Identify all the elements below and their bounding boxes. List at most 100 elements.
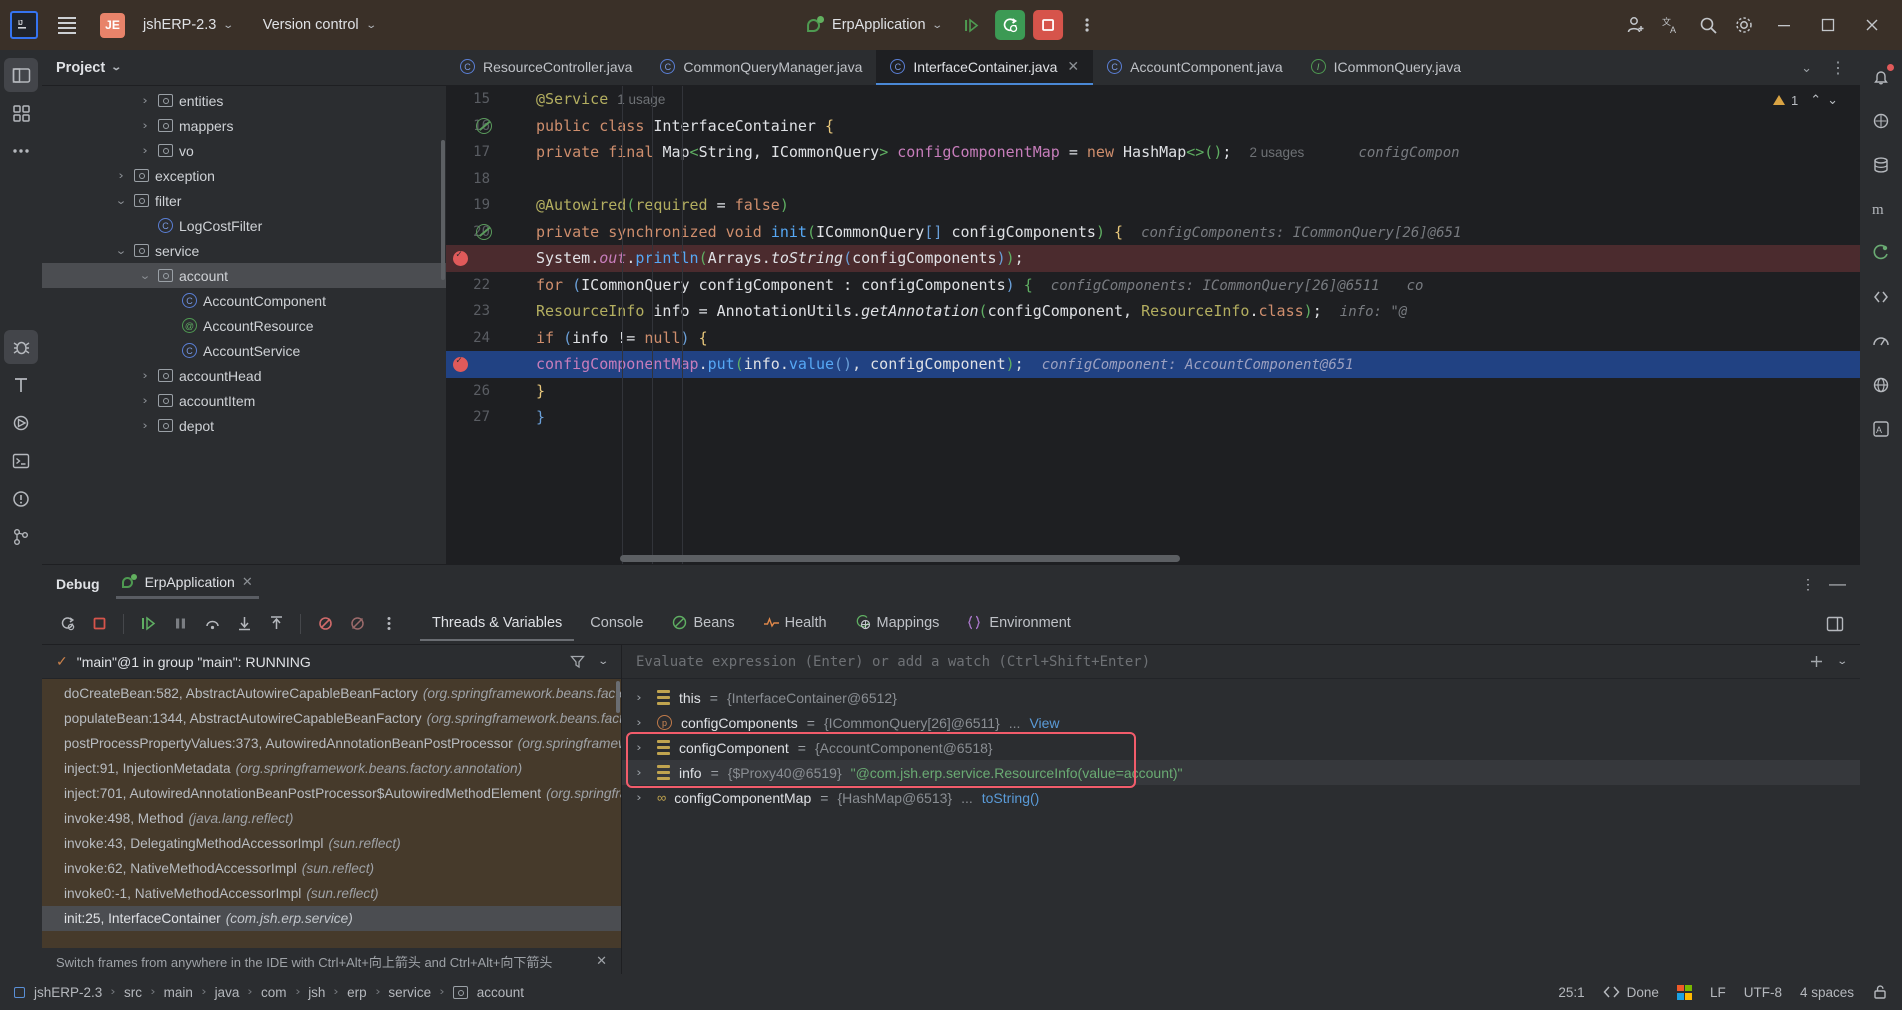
build-status[interactable]: Done bbox=[1603, 985, 1659, 1000]
call-stack-list[interactable]: doCreateBean:582, AbstractAutowireCapabl… bbox=[42, 679, 621, 948]
step-over-icon[interactable] bbox=[197, 609, 227, 639]
line-separator[interactable]: LF bbox=[1710, 985, 1726, 1000]
chevron-down-icon[interactable]: ⌄ bbox=[1836, 656, 1848, 667]
next-problem-icon[interactable]: ⌄ bbox=[1827, 92, 1838, 108]
debug-tab-threads-variables[interactable]: Threads & Variables bbox=[420, 607, 575, 641]
debug-button[interactable] bbox=[994, 10, 1025, 40]
problems-tool-icon[interactable] bbox=[4, 482, 38, 516]
todo-tool-icon[interactable] bbox=[4, 368, 38, 402]
stack-frame[interactable]: invoke0:-1, NativeMethodAccessorImpl (sun… bbox=[42, 881, 621, 906]
breadcrumb-item[interactable]: java bbox=[215, 985, 240, 1000]
debug-tab-health[interactable]: Health bbox=[751, 607, 839, 641]
tree-node-mappers[interactable]: › mappers bbox=[42, 113, 446, 138]
maven-icon[interactable]: m bbox=[1864, 192, 1898, 226]
step-into-icon[interactable] bbox=[229, 609, 259, 639]
profiler-icon[interactable] bbox=[1864, 324, 1898, 358]
more-vertical-icon[interactable] bbox=[374, 609, 404, 639]
debug-tab-beans[interactable]: Beans bbox=[660, 607, 747, 641]
breadcrumb[interactable]: jshERP-2.3 › src › main › java › com › jsh › erp › ser… bbox=[34, 985, 524, 1000]
view-breakpoints-icon[interactable] bbox=[342, 609, 372, 639]
breakpoint-icon[interactable] bbox=[453, 355, 468, 372]
gutter-line[interactable]: 27 bbox=[446, 404, 530, 431]
variable-row[interactable]: › info = {$Proxy40@6519} "@com.jsh.erp.servi… bbox=[622, 760, 1860, 785]
close-button[interactable] bbox=[1852, 8, 1892, 42]
services-tool-icon[interactable] bbox=[4, 406, 38, 440]
close-icon[interactable]: ✕ bbox=[242, 574, 253, 590]
stack-frame[interactable]: invoke:498, Method (java.lang.reflect) bbox=[42, 806, 621, 831]
breadcrumb-item[interactable]: jsh bbox=[308, 985, 325, 1000]
debug-tab-environment[interactable]: Environment bbox=[955, 607, 1082, 641]
variable-row[interactable]: › p configComponents = {ICommonQuery[26]@651… bbox=[622, 710, 1860, 735]
maximize-button[interactable] bbox=[1808, 8, 1848, 42]
code-editor[interactable]: 15 16 17 18 19 20 22 23 24 26 27 @Service 1 usage … bbox=[446, 86, 1860, 564]
breadcrumb-item[interactable]: src bbox=[124, 985, 142, 1000]
stack-frame[interactable]: inject:91, InjectionMetadata (org.springf… bbox=[42, 756, 621, 781]
terminal-tool-icon[interactable] bbox=[4, 444, 38, 478]
tree-node-accountitem[interactable]: › accountItem bbox=[42, 388, 446, 413]
encoding[interactable]: UTF-8 bbox=[1744, 985, 1782, 1000]
tree-node-entities[interactable]: › entities bbox=[42, 88, 446, 113]
gutter-line[interactable]: 15 bbox=[446, 86, 530, 113]
stop-button[interactable] bbox=[1032, 10, 1063, 40]
tree-node-service[interactable]: ⌄ service bbox=[42, 238, 446, 263]
ai-assistant-icon[interactable] bbox=[1864, 104, 1898, 138]
vcs-tool-icon[interactable] bbox=[4, 520, 38, 554]
resume-icon[interactable] bbox=[133, 609, 163, 639]
stack-frame[interactable]: doCreateBean:582, AbstractAutowireCapabl… bbox=[42, 681, 621, 706]
run-configuration-selector[interactable]: ErpApplication ⌄ bbox=[799, 12, 949, 38]
run-button[interactable] bbox=[957, 10, 987, 40]
editor-tab-commonquerymanager[interactable]: C CommonQueryManager.java bbox=[646, 50, 876, 85]
gutter-line[interactable] bbox=[446, 245, 530, 272]
debug-tool-icon[interactable] bbox=[4, 330, 38, 364]
notifications-icon[interactable] bbox=[1864, 60, 1898, 94]
chevron-right-icon[interactable]: › bbox=[637, 717, 650, 729]
gutter-line[interactable]: 20 bbox=[446, 219, 530, 246]
caret-position[interactable]: 25:1 bbox=[1558, 985, 1584, 1000]
breadcrumb-item[interactable]: jshERP-2.3 bbox=[34, 985, 102, 1000]
spring-tool-icon[interactable] bbox=[1864, 236, 1898, 270]
tree-node-accountservice[interactable]: · C AccountService bbox=[42, 338, 446, 363]
variables-list[interactable]: › this = {InterfaceContainer@6512} › p configC… bbox=[622, 679, 1860, 974]
step-out-icon[interactable] bbox=[261, 609, 291, 639]
chevron-right-icon[interactable]: › bbox=[637, 767, 650, 779]
mute-breakpoints-icon[interactable] bbox=[310, 609, 340, 639]
debug-tab-console[interactable]: Console bbox=[578, 607, 655, 641]
translation-tool-icon[interactable]: A bbox=[1864, 412, 1898, 446]
main-menu-icon[interactable] bbox=[52, 10, 82, 40]
variable-row[interactable]: › this = {InterfaceContainer@6512} bbox=[622, 685, 1860, 710]
breakpoint-icon[interactable] bbox=[453, 249, 468, 266]
variable-action-link[interactable]: toString() bbox=[982, 790, 1040, 806]
more-vertical-icon[interactable] bbox=[1071, 9, 1103, 41]
breadcrumb-item[interactable]: main bbox=[164, 985, 193, 1000]
breadcrumb-item[interactable]: erp bbox=[347, 985, 367, 1000]
evaluate-expression-row[interactable]: Evaluate expression (Enter) or add a wat… bbox=[622, 645, 1860, 679]
rerun-icon[interactable] bbox=[52, 609, 82, 639]
translate-icon[interactable]: 文A bbox=[1656, 9, 1688, 41]
breadcrumb-item[interactable]: com bbox=[261, 985, 287, 1000]
tree-node-filter[interactable]: ⌄ filter bbox=[42, 188, 446, 213]
breadcrumb-item[interactable]: service bbox=[388, 985, 431, 1000]
tree-node-accounthead[interactable]: › accountHead bbox=[42, 363, 446, 388]
gutter-line[interactable] bbox=[446, 351, 530, 378]
chevron-right-icon[interactable]: › bbox=[136, 395, 154, 407]
stack-frame[interactable]: populateBean:1344, AbstractAutowireCapab… bbox=[42, 706, 621, 731]
project-name-dropdown[interactable]: jshERP-2.3 ⌄ bbox=[137, 13, 239, 37]
chevron-right-icon[interactable]: › bbox=[637, 742, 650, 754]
editor-tab-accountcomponent[interactable]: C AccountComponent.java bbox=[1093, 50, 1297, 85]
chevron-down-icon[interactable]: ⌄ bbox=[112, 244, 130, 257]
editor-horizontal-scrollbar[interactable] bbox=[620, 555, 1180, 562]
variable-row[interactable]: › ∞ configComponentMap = {HashMap@6513}... to… bbox=[622, 785, 1860, 810]
gutter-line[interactable]: 16 bbox=[446, 113, 530, 140]
project-tree[interactable]: ›entities›mappers›vo›exception⌄filter·CL… bbox=[42, 86, 446, 564]
stack-frame[interactable]: postProcessPropertyValues:373, Autowired… bbox=[42, 731, 621, 756]
unlocked-icon[interactable] bbox=[1872, 984, 1888, 1000]
variable-row[interactable]: › configComponent = {AccountComponent@6518} bbox=[622, 735, 1860, 760]
more-tools-icon[interactable] bbox=[4, 134, 38, 168]
endpoints-icon[interactable] bbox=[1864, 280, 1898, 314]
editor-tab-interfacecontainer[interactable]: C InterfaceContainer.java ✕ bbox=[876, 50, 1094, 85]
chevron-right-icon[interactable]: › bbox=[637, 792, 650, 804]
editor-gutter[interactable]: 15 16 17 18 19 20 22 23 24 26 27 bbox=[446, 86, 530, 564]
editor-tab-icommonquery[interactable]: I ICommonQuery.java bbox=[1297, 50, 1475, 85]
project-tool-icon[interactable] bbox=[4, 58, 38, 92]
chevron-right-icon[interactable]: › bbox=[637, 692, 650, 704]
